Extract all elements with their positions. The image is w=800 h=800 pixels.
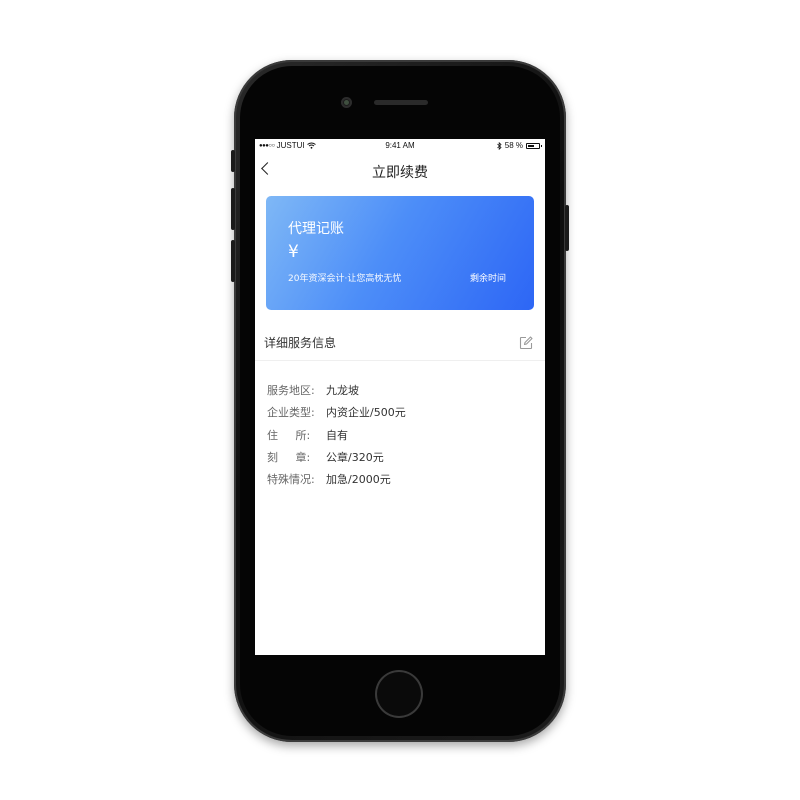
info-value: 自有	[326, 428, 348, 442]
status-bar: ●●●○○ JUSTUI 9:41 AM 58 %	[255, 139, 545, 152]
info-value: 内资企业/500元	[326, 406, 406, 420]
info-label: 服务地区:	[267, 384, 315, 398]
volume-down-button	[231, 240, 235, 282]
app-screen: ●●●○○ JUSTUI 9:41 AM 58 % 立即续费 代理记账 ¥ 20…	[255, 139, 545, 655]
info-value: 九龙坡	[326, 384, 359, 398]
remaining-time-label: 剩余时间	[469, 274, 506, 284]
service-slogan: 20年资深会计·让您高枕无忧	[288, 274, 402, 284]
info-label: 特殊情况:	[267, 473, 315, 487]
nav-bar: 立即续费	[255, 152, 545, 190]
battery-icon	[526, 142, 542, 149]
info-row-seal: 刻 章: 公章/320元	[267, 446, 537, 468]
earpiece-speaker	[374, 100, 428, 105]
price-currency: ¥	[288, 242, 299, 262]
info-value: 加急/2000元	[326, 473, 391, 487]
details-section-header: 详细服务信息	[255, 324, 545, 361]
home-button[interactable]	[375, 670, 423, 718]
details-section-title: 详细服务信息	[264, 336, 337, 350]
power-button	[565, 205, 569, 251]
mute-switch	[231, 150, 235, 172]
info-label: 企业类型:	[267, 406, 315, 420]
volume-up-button	[231, 188, 235, 230]
info-value: 公章/320元	[326, 451, 384, 465]
bluetooth-icon	[496, 141, 502, 150]
info-row-region: 服务地区: 九龙坡	[267, 379, 537, 401]
page-title: 立即续费	[372, 165, 428, 181]
edit-icon[interactable]	[519, 336, 533, 350]
info-label: 刻 章:	[267, 451, 311, 465]
info-row-special: 特殊情况: 加急/2000元	[267, 468, 537, 490]
front-camera	[341, 97, 352, 108]
service-name: 代理记账	[288, 221, 344, 237]
status-right: 58 %	[496, 141, 542, 150]
info-label: 住 所:	[267, 428, 311, 442]
mockup-stage: ●●●○○ JUSTUI 9:41 AM 58 % 立即续费 代理记账 ¥ 20…	[0, 0, 800, 800]
info-row-company-type: 企业类型: 内资企业/500元	[267, 401, 537, 423]
service-info-list: 服务地区: 九龙坡 企业类型: 内资企业/500元 住 所: 自有 刻 章: 公…	[267, 379, 537, 490]
info-row-residence: 住 所: 自有	[267, 424, 537, 446]
service-card: 代理记账 ¥ 20年资深会计·让您高枕无忧 剩余时间	[266, 196, 534, 310]
battery-percent: 58 %	[504, 141, 523, 150]
